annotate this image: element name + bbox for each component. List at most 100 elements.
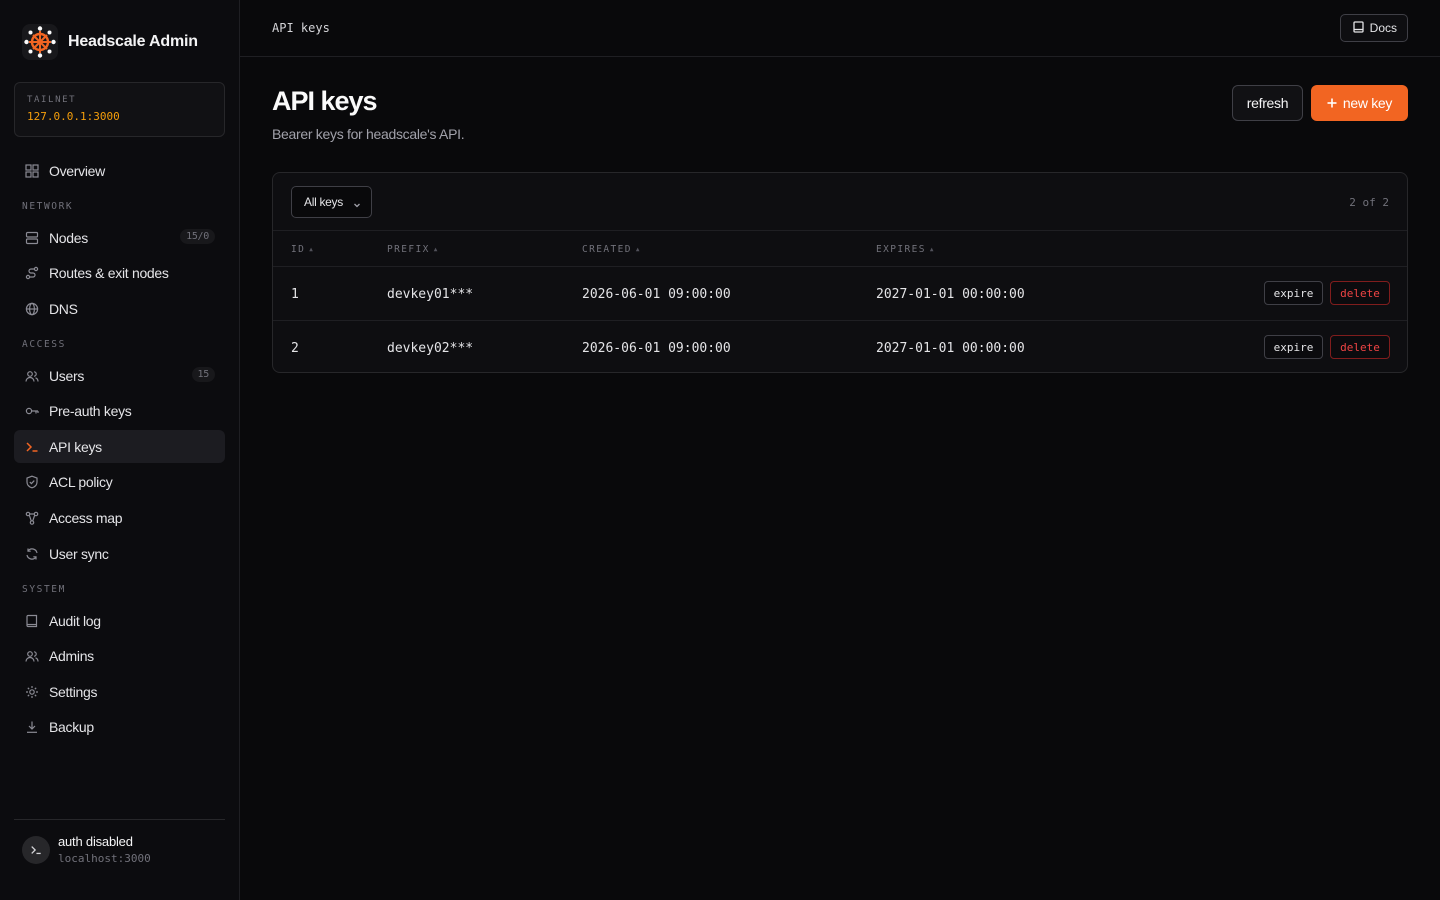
sidebar-item-label: Pre-auth keys	[49, 403, 132, 420]
table-row: 1 devkey01*** 2026-06-01 09:00:00 2027-0…	[273, 267, 1407, 320]
key-filter-select[interactable]: All keys	[291, 186, 372, 218]
section-network: NETWORK	[22, 201, 74, 212]
auth-status-host: localhost:3000	[58, 852, 151, 865]
grid-icon	[24, 163, 40, 179]
new-key-label: new key	[1342, 95, 1393, 111]
delete-button[interactable]: delete	[1330, 281, 1390, 305]
sidebar-item-preauth-keys[interactable]: Pre-auth keys	[14, 395, 225, 428]
sort-icon: ▲	[929, 246, 935, 253]
topbar: API keys Docs	[240, 0, 1440, 57]
key-expires: 2027-01-01 00:00:00	[876, 287, 1025, 302]
sort-icon: ▲	[309, 246, 315, 253]
sidebar-item-api-keys[interactable]: API keys	[14, 430, 225, 464]
sidebar-item-label: Settings	[49, 683, 98, 700]
refresh-button[interactable]: refresh	[1232, 85, 1303, 121]
brand[interactable]: Headscale Admin	[22, 24, 198, 60]
column-label: EXPIRES	[876, 244, 926, 255]
sidebar-item-label: Overview	[49, 162, 105, 179]
sidebar-item-access-map[interactable]: Access map	[14, 502, 225, 535]
column-label: PREFIX	[387, 244, 430, 255]
section-access: ACCESS	[22, 339, 66, 351]
sort-icon: ▲	[635, 246, 641, 253]
sidebar-item-label: Nodes	[49, 229, 88, 246]
table-header: ID ▲ PREFIX ▲ CREATED ▲ EXPIRES ▲	[273, 230, 1407, 267]
sidebar-item-audit-log[interactable]: Audit log	[14, 604, 225, 637]
column-header-created[interactable]: CREATED ▲	[582, 244, 641, 255]
key-expires: 2027-01-01 00:00:00	[876, 341, 1025, 356]
sidebar-item-overview[interactable]: Overview	[14, 154, 225, 187]
gear-icon	[24, 684, 40, 700]
key-id: 1	[291, 287, 299, 302]
sidebar-item-label: Access map	[49, 510, 123, 527]
auth-status: auth disabled localhost:3000	[14, 819, 225, 865]
sidebar-item-label: API keys	[49, 438, 102, 455]
app-title: Headscale Admin	[68, 33, 198, 50]
download-icon	[24, 719, 40, 735]
docs-label: Docs	[1369, 21, 1397, 35]
page-subtitle: Bearer keys for headscale's API.	[272, 126, 465, 142]
sidebar-item-label: Audit log	[49, 612, 101, 629]
server-icon	[24, 230, 40, 246]
auth-status-title: auth disabled	[58, 834, 133, 849]
sidebar-item-settings[interactable]: Settings	[14, 675, 225, 708]
sidebar-item-routes[interactable]: Routes & exit nodes	[14, 257, 225, 290]
section-system: SYSTEM	[22, 584, 66, 596]
sidebar-item-dns[interactable]: DNS	[14, 292, 225, 325]
key-prefix: devkey02***	[387, 341, 474, 356]
column-label: ID	[291, 244, 306, 255]
route-icon	[24, 265, 40, 281]
page-title: API keys	[272, 86, 378, 116]
tailnet-address: 127.0.0.1:3000	[27, 110, 120, 123]
table-row: 2 devkey02*** 2026-06-01 09:00:00 2027-0…	[273, 320, 1407, 372]
sidebar-item-backup[interactable]: Backup	[14, 711, 225, 744]
sidebar-item-label: ACL policy	[49, 474, 113, 491]
key-icon	[24, 403, 40, 419]
new-key-button[interactable]: new key	[1311, 85, 1408, 121]
book-icon	[24, 613, 40, 629]
key-created: 2026-06-01 09:00:00	[582, 287, 731, 302]
globe-icon	[24, 301, 40, 317]
sidebar: Headscale Admin TAILNET 127.0.0.1:3000 O…	[0, 0, 240, 900]
sidebar-nav: Overview NETWORK Nodes 15/0 Routes & exi…	[14, 154, 225, 747]
column-label: CREATED	[582, 244, 632, 255]
sidebar-item-user-sync[interactable]: User sync	[14, 537, 225, 570]
tailnet-card: TAILNET 127.0.0.1:3000	[14, 82, 225, 137]
refresh-icon	[24, 546, 40, 562]
sidebar-item-admins[interactable]: Admins	[14, 640, 225, 673]
sidebar-item-label: Backup	[49, 719, 94, 736]
key-filter-value: All keys	[304, 195, 343, 209]
key-prefix: devkey01***	[387, 287, 474, 302]
nodes-count-badge: 15/0	[180, 229, 215, 244]
breadcrumb: API keys	[272, 21, 330, 35]
headscale-logo-icon	[22, 24, 58, 60]
sidebar-item-nodes[interactable]: Nodes 15/0	[14, 221, 225, 254]
sidebar-item-acl-policy[interactable]: ACL policy	[14, 466, 225, 499]
tailnet-label: TAILNET	[27, 95, 77, 105]
network-icon	[24, 510, 40, 526]
sidebar-item-label: Routes & exit nodes	[49, 265, 169, 282]
column-header-expires[interactable]: EXPIRES ▲	[876, 244, 935, 255]
key-id: 2	[291, 341, 299, 356]
sidebar-item-label: Users	[49, 367, 85, 384]
sidebar-item-label: Admins	[49, 648, 94, 665]
column-header-id[interactable]: ID ▲	[291, 244, 314, 255]
docs-button[interactable]: Docs	[1339, 14, 1408, 42]
sidebar-item-label: User sync	[49, 545, 109, 562]
api-keys-table: All keys 2 of 2 ID ▲ PREFIX ▲ CREATED ▲ EXP…	[272, 172, 1408, 373]
expire-button[interactable]: expire	[1264, 335, 1323, 359]
column-header-prefix[interactable]: PREFIX ▲	[387, 244, 439, 255]
sidebar-item-users[interactable]: Users 15	[14, 359, 225, 392]
users-icon	[24, 648, 40, 664]
expire-button[interactable]: expire	[1264, 281, 1323, 305]
terminal-icon	[24, 439, 40, 455]
users-icon	[24, 368, 40, 384]
row-count: 2 of 2	[1349, 196, 1389, 209]
sidebar-item-label: DNS	[49, 300, 78, 317]
users-count-badge: 15	[191, 367, 215, 383]
delete-button[interactable]: delete	[1330, 335, 1390, 359]
terminal-icon	[22, 835, 50, 864]
key-created: 2026-06-01 09:00:00	[582, 341, 731, 356]
book-icon	[1353, 20, 1364, 36]
sort-icon: ▲	[433, 246, 439, 253]
plus-icon	[1327, 95, 1337, 111]
